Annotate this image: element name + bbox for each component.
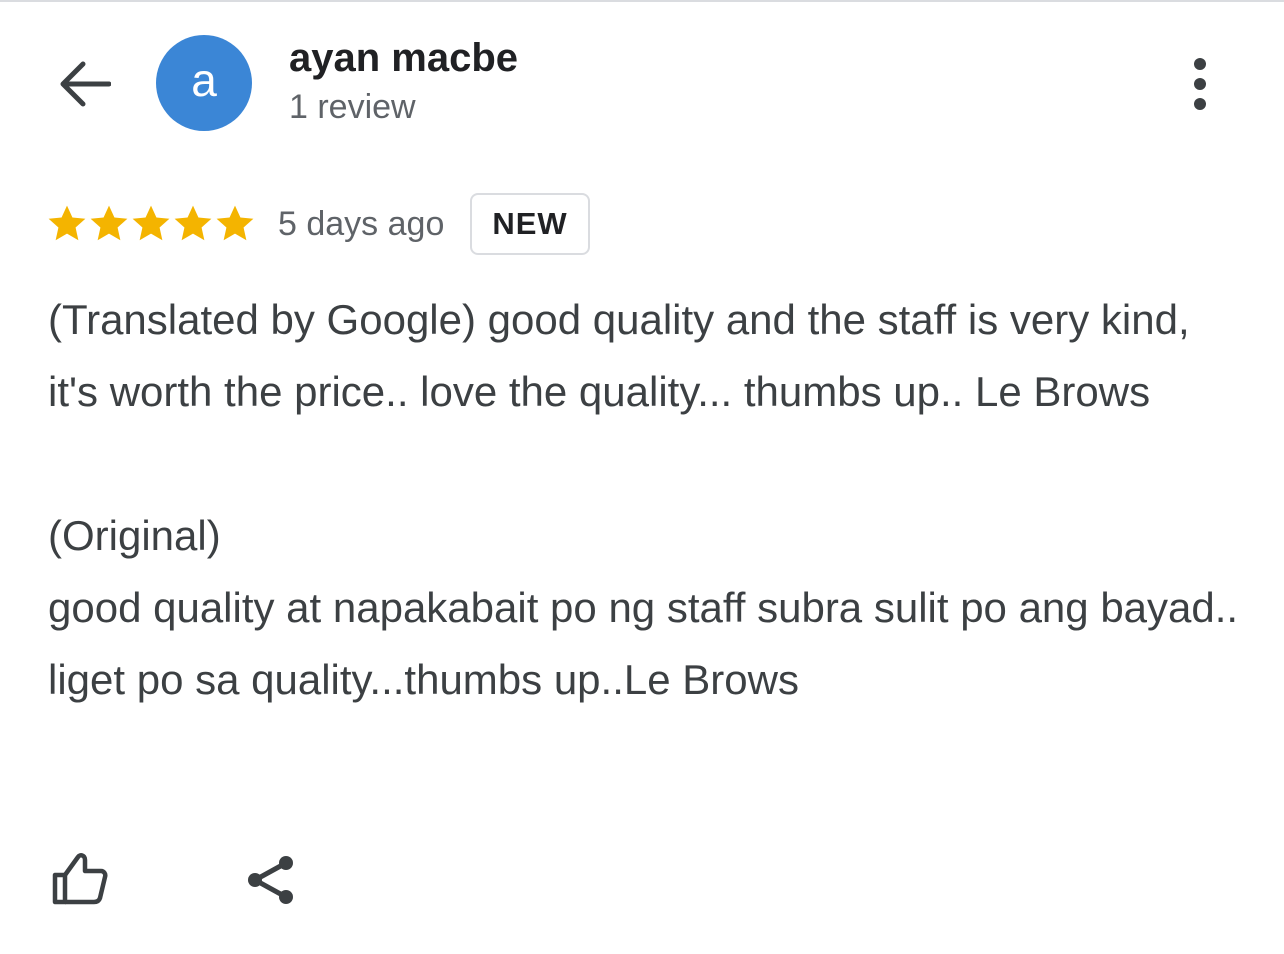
original-review-text: good quality at napakabait po ng staff s… xyxy=(48,584,1250,703)
new-badge: NEW xyxy=(470,193,590,255)
rating-row: 5 days ago NEW xyxy=(46,190,590,258)
more-vert-icon xyxy=(1194,58,1206,110)
thumb-up-icon xyxy=(52,853,108,905)
avatar-letter: a xyxy=(191,54,217,106)
review-text: (Translated by Google) good quality and … xyxy=(48,284,1248,716)
star-rating xyxy=(46,203,256,245)
top-divider xyxy=(0,0,1284,2)
star-icon xyxy=(90,205,128,241)
avatar[interactable]: a xyxy=(156,35,252,131)
star-icon xyxy=(216,205,254,241)
share-button[interactable] xyxy=(238,848,302,912)
like-button[interactable] xyxy=(46,846,114,910)
star-icon xyxy=(48,205,86,241)
share-icon xyxy=(248,856,293,904)
arrow-back-icon xyxy=(60,61,111,107)
translated-review-text: (Translated by Google) good quality and … xyxy=(48,296,1202,415)
back-button[interactable] xyxy=(52,54,116,114)
star-icon xyxy=(132,205,170,241)
review-count: 1 review xyxy=(289,88,416,126)
star-icon xyxy=(174,205,212,241)
user-name[interactable]: ayan macbe xyxy=(289,36,518,81)
original-label: (Original) xyxy=(48,512,221,559)
more-options-button[interactable] xyxy=(1176,52,1224,116)
review-time: 5 days ago xyxy=(278,204,445,243)
